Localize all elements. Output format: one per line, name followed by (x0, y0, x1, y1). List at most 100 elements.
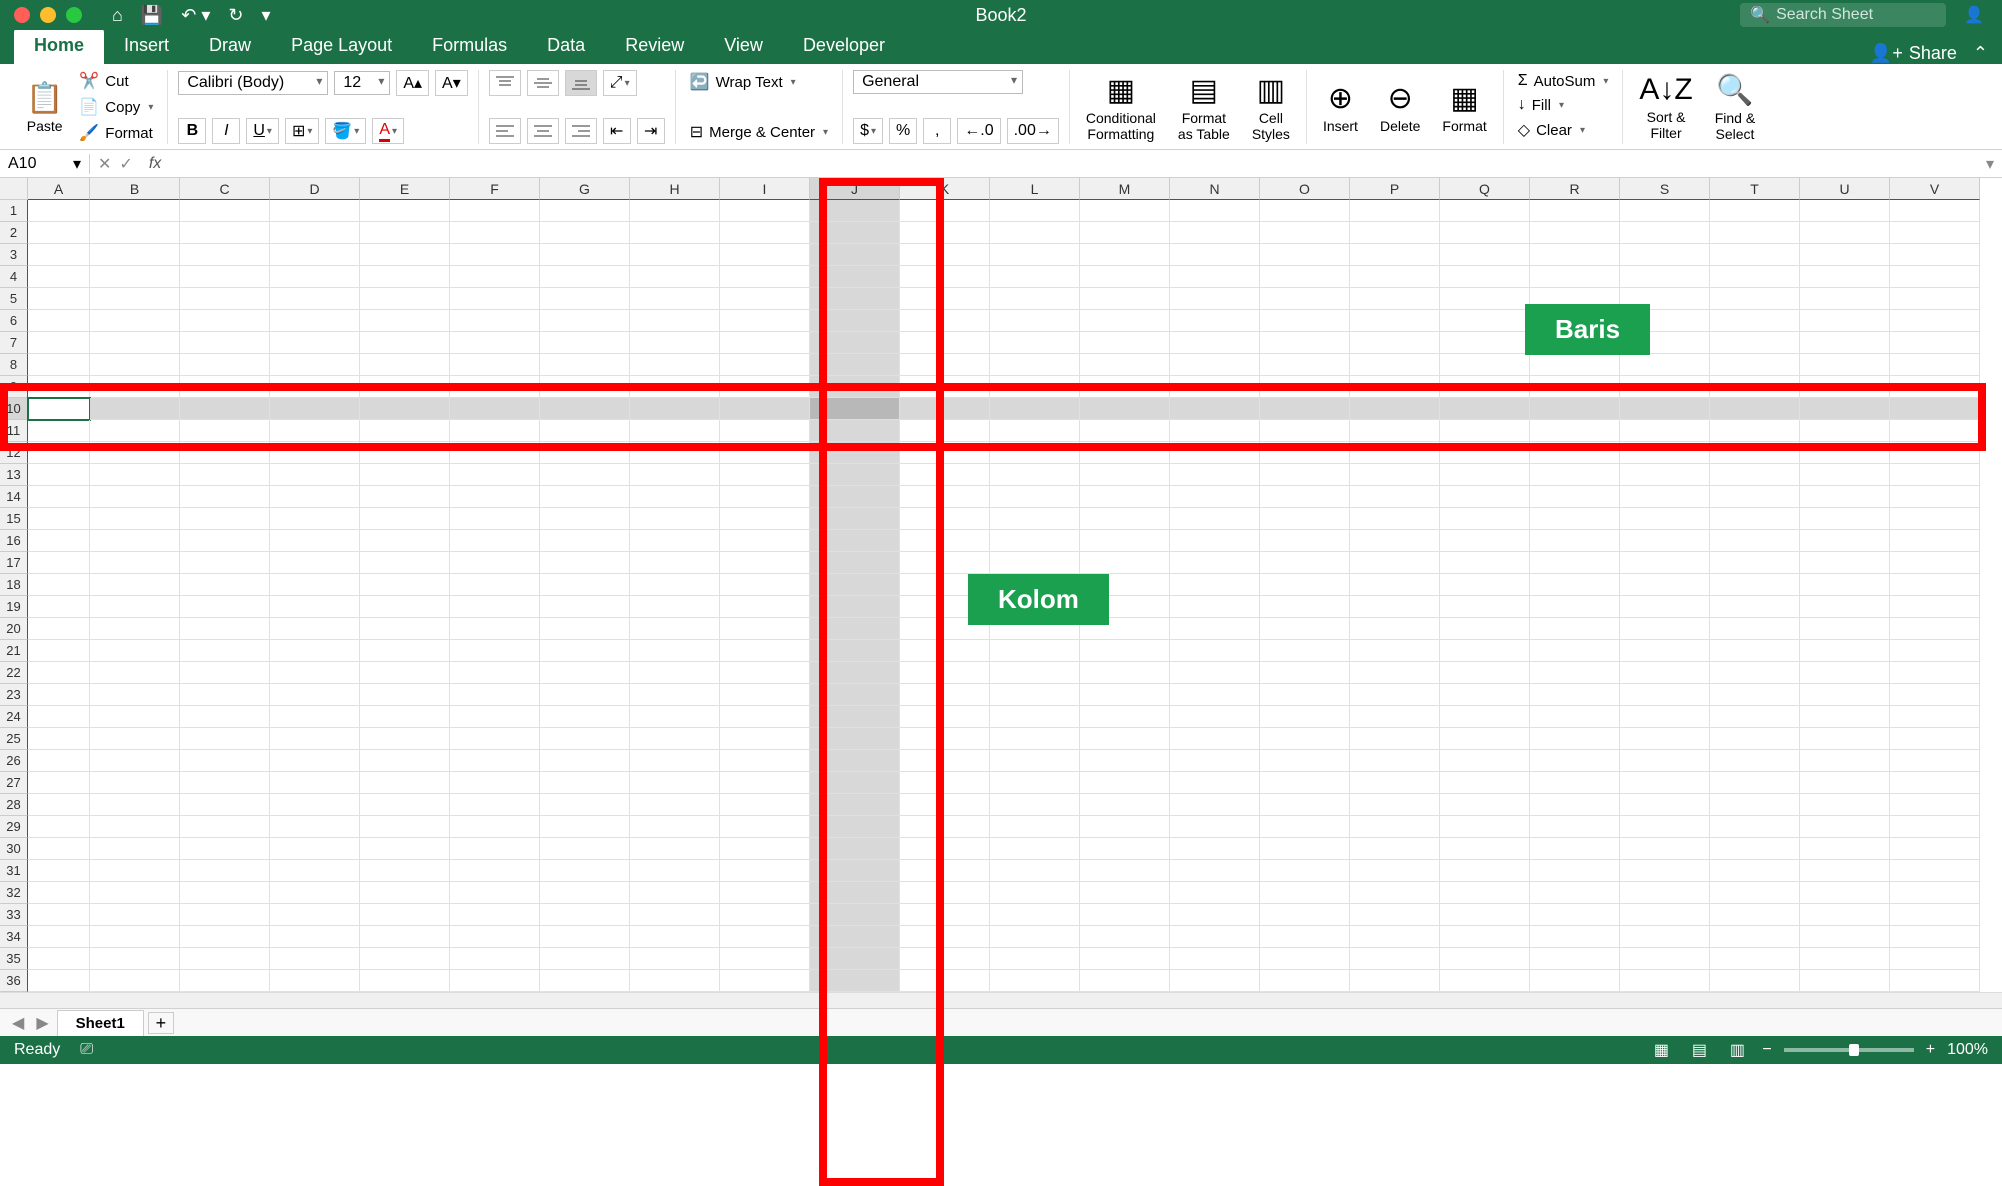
sheet-nav-next[interactable]: ▶ (32, 1013, 52, 1033)
cell-B5[interactable] (90, 288, 180, 310)
cell-K24[interactable] (900, 706, 990, 728)
cell-Q15[interactable] (1440, 508, 1530, 530)
row-header-36[interactable]: 36 (0, 970, 28, 992)
column-header-C[interactable]: C (180, 178, 270, 200)
cell-F4[interactable] (450, 266, 540, 288)
cell-V32[interactable] (1890, 882, 1980, 904)
column-header-V[interactable]: V (1890, 178, 1980, 200)
cell-F16[interactable] (450, 530, 540, 552)
cell-S36[interactable] (1620, 970, 1710, 992)
page-break-view-button[interactable]: ▥ (1724, 1040, 1750, 1060)
cell-H16[interactable] (630, 530, 720, 552)
cell-P2[interactable] (1350, 222, 1440, 244)
cell-E16[interactable] (360, 530, 450, 552)
column-header-L[interactable]: L (990, 178, 1080, 200)
cell-D30[interactable] (270, 838, 360, 860)
cell-C9[interactable] (180, 376, 270, 398)
cell-T16[interactable] (1710, 530, 1800, 552)
cell-Q12[interactable] (1440, 442, 1530, 464)
cell-R23[interactable] (1530, 684, 1620, 706)
cell-Q36[interactable] (1440, 970, 1530, 992)
cell-P16[interactable] (1350, 530, 1440, 552)
align-top-button[interactable] (489, 70, 521, 96)
cell-D34[interactable] (270, 926, 360, 948)
cell-I15[interactable] (720, 508, 810, 530)
cell-P9[interactable] (1350, 376, 1440, 398)
cell-E27[interactable] (360, 772, 450, 794)
cell-R20[interactable] (1530, 618, 1620, 640)
cell-O34[interactable] (1260, 926, 1350, 948)
cell-G36[interactable] (540, 970, 630, 992)
cell-P8[interactable] (1350, 354, 1440, 376)
cell-S13[interactable] (1620, 464, 1710, 486)
cell-G31[interactable] (540, 860, 630, 882)
cell-C25[interactable] (180, 728, 270, 750)
cell-H22[interactable] (630, 662, 720, 684)
cell-N16[interactable] (1170, 530, 1260, 552)
cell-P28[interactable] (1350, 794, 1440, 816)
cell-I14[interactable] (720, 486, 810, 508)
cell-C27[interactable] (180, 772, 270, 794)
cell-M5[interactable] (1080, 288, 1170, 310)
column-header-I[interactable]: I (720, 178, 810, 200)
cell-T28[interactable] (1710, 794, 1800, 816)
cell-R12[interactable] (1530, 442, 1620, 464)
delete-cells-button[interactable]: ⊖Delete (1374, 79, 1426, 136)
cell-T36[interactable] (1710, 970, 1800, 992)
cell-G18[interactable] (540, 574, 630, 596)
cell-U10[interactable] (1800, 398, 1890, 420)
row-header-29[interactable]: 29 (0, 816, 28, 838)
cell-R33[interactable] (1530, 904, 1620, 926)
cell-D35[interactable] (270, 948, 360, 970)
cell-V28[interactable] (1890, 794, 1980, 816)
cell-D22[interactable] (270, 662, 360, 684)
cell-U21[interactable] (1800, 640, 1890, 662)
cell-M33[interactable] (1080, 904, 1170, 926)
cell-I29[interactable] (720, 816, 810, 838)
cell-S34[interactable] (1620, 926, 1710, 948)
cell-E36[interactable] (360, 970, 450, 992)
row-header-25[interactable]: 25 (0, 728, 28, 750)
cell-A2[interactable] (28, 222, 90, 244)
cell-N13[interactable] (1170, 464, 1260, 486)
row-header-7[interactable]: 7 (0, 332, 28, 354)
cell-B20[interactable] (90, 618, 180, 640)
tab-data[interactable]: Data (527, 29, 605, 64)
cell-F12[interactable] (450, 442, 540, 464)
cell-D12[interactable] (270, 442, 360, 464)
cell-P35[interactable] (1350, 948, 1440, 970)
cell-G27[interactable] (540, 772, 630, 794)
row-header-33[interactable]: 33 (0, 904, 28, 926)
add-sheet-button[interactable]: + (148, 1012, 174, 1034)
cell-E17[interactable] (360, 552, 450, 574)
cell-H29[interactable] (630, 816, 720, 838)
cell-S20[interactable] (1620, 618, 1710, 640)
cell-U15[interactable] (1800, 508, 1890, 530)
cell-N31[interactable] (1170, 860, 1260, 882)
cell-M28[interactable] (1080, 794, 1170, 816)
cell-S22[interactable] (1620, 662, 1710, 684)
cell-J36[interactable] (810, 970, 900, 992)
cell-I13[interactable] (720, 464, 810, 486)
cell-G6[interactable] (540, 310, 630, 332)
cell-F27[interactable] (450, 772, 540, 794)
cell-F34[interactable] (450, 926, 540, 948)
cell-U11[interactable] (1800, 420, 1890, 442)
cell-M17[interactable] (1080, 552, 1170, 574)
cell-N30[interactable] (1170, 838, 1260, 860)
cell-T17[interactable] (1710, 552, 1800, 574)
maximize-window-button[interactable] (66, 7, 82, 23)
cell-V6[interactable] (1890, 310, 1980, 332)
cell-P22[interactable] (1350, 662, 1440, 684)
cell-I30[interactable] (720, 838, 810, 860)
cell-A28[interactable] (28, 794, 90, 816)
column-header-J[interactable]: J (810, 178, 900, 200)
cell-I33[interactable] (720, 904, 810, 926)
orientation-button[interactable]: ⤢▾ (603, 70, 637, 96)
cell-K28[interactable] (900, 794, 990, 816)
cell-R35[interactable] (1530, 948, 1620, 970)
cell-L28[interactable] (990, 794, 1080, 816)
cell-A13[interactable] (28, 464, 90, 486)
collapse-ribbon-icon[interactable]: ⌃ (1973, 43, 1988, 64)
cell-C29[interactable] (180, 816, 270, 838)
